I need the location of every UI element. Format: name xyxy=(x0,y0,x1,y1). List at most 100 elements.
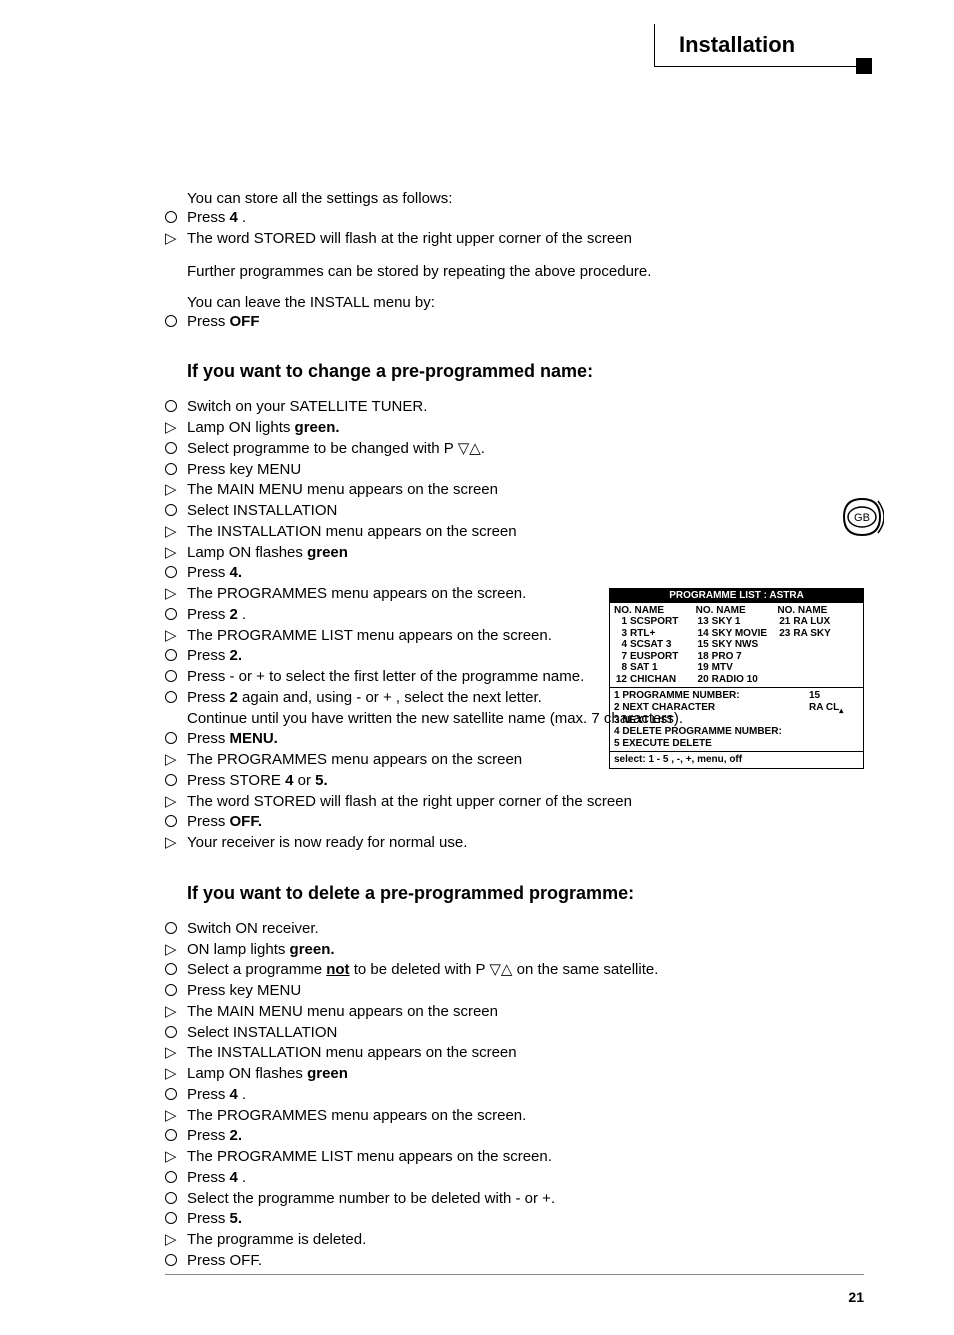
instruction-line: ▷The INSTALLATION menu appears on the sc… xyxy=(165,1044,864,1063)
osd-entry: 23RA SKY xyxy=(777,628,859,640)
triangle-icon: ▷ xyxy=(165,230,183,249)
osd-option-row: 2 NEXT CHARACTERRA CL▴ xyxy=(614,702,859,715)
circle-icon xyxy=(165,398,183,417)
triangle-icon: ▷ xyxy=(165,1231,183,1250)
instruction-line: Switch ON receiver. xyxy=(165,920,864,939)
circle-icon xyxy=(165,502,183,521)
triangle-icon: ▷ xyxy=(165,1044,183,1063)
triangle-icon: ▷ xyxy=(165,793,183,812)
intro-further: Further programmes can be stored by repe… xyxy=(165,263,864,280)
circle-icon xyxy=(165,461,183,480)
osd-programme-list: PROGRAMME LIST : ASTRA NO. NAME NO. NAME… xyxy=(609,588,864,769)
circle-icon xyxy=(165,564,183,583)
circle-icon xyxy=(165,1127,183,1146)
header-title: Installation xyxy=(679,32,840,58)
instruction-line: Select a programme not to be deleted wit… xyxy=(165,961,864,980)
osd-col-header: NO. NAME xyxy=(696,605,746,616)
osd-entry: 1SCSPORT xyxy=(614,616,696,628)
osd-option-row: 3 NEXT LIST xyxy=(614,715,859,727)
osd-option-row: 4 DELETE PROGRAMME NUMBER: xyxy=(614,726,859,738)
circle-icon xyxy=(165,982,183,1001)
osd-title: PROGRAMME LIST : ASTRA xyxy=(610,589,863,603)
osd-entry: 12CHICHAN xyxy=(614,674,696,686)
osd-entry: 7EUSPORT xyxy=(614,651,696,663)
instruction-line: Press key MENU xyxy=(165,982,864,1001)
instruction-line: ▷ON lamp lights green. xyxy=(165,941,864,960)
instruction-line: Press OFF. xyxy=(165,1252,864,1271)
instruction-line: Press 2. xyxy=(165,1127,864,1146)
circle-icon xyxy=(165,730,183,749)
triangle-icon: ▷ xyxy=(165,419,183,438)
instruction-line: Switch on your SATELLITE TUNER. xyxy=(165,398,864,417)
instruction-line: ▷Lamp ON flashes green xyxy=(165,544,864,563)
osd-col-header: NO. NAME xyxy=(614,605,664,616)
triangle-icon: ▷ xyxy=(165,834,183,853)
circle-icon xyxy=(165,1024,183,1043)
section-delete-title: If you want to delete a pre-programmed p… xyxy=(187,883,864,904)
instruction-line: ▷The PROGRAMME LIST menu appears on the … xyxy=(165,1148,864,1167)
osd-entry: 18PRO 7 xyxy=(696,651,778,663)
instruction-line: ▷The word STORED will flash at the right… xyxy=(165,793,864,812)
triangle-icon: ▷ xyxy=(165,751,183,770)
osd-entry: 13SKY 1 xyxy=(696,616,778,628)
circle-icon xyxy=(165,313,183,332)
circle-icon xyxy=(165,920,183,939)
osd-body: NO. NAME NO. NAME NO. NAME 1SCSPORT3RTL+… xyxy=(610,603,863,688)
circle-icon xyxy=(165,1086,183,1105)
osd-entry: 4SCSAT 3 xyxy=(614,639,696,651)
intro-line: You can store all the settings as follow… xyxy=(165,190,864,207)
circle-icon xyxy=(165,1210,183,1229)
osd-col-header: NO. NAME xyxy=(777,605,827,616)
osd-entry: 3RTL+ xyxy=(614,628,696,640)
triangle-icon: ▷ xyxy=(165,627,183,646)
circle-icon xyxy=(165,440,183,459)
instruction-line: Press 4. xyxy=(165,564,864,583)
osd-option-row: 1 PROGRAMME NUMBER:15 xyxy=(614,690,859,702)
instruction-line: ▷Lamp ON lights green. xyxy=(165,419,864,438)
instruction-line: ▷The programme is deleted. xyxy=(165,1231,864,1250)
triangle-icon: ▷ xyxy=(165,1065,183,1084)
osd-entry: 21RA LUX xyxy=(777,616,859,628)
osd-options: 1 PROGRAMME NUMBER:152 NEXT CHARACTERRA … xyxy=(610,687,863,751)
circle-icon xyxy=(165,647,183,666)
triangle-icon: ▷ xyxy=(165,1003,183,1022)
instruction-line: Press STORE 4 or 5. xyxy=(165,772,864,791)
circle-icon xyxy=(165,689,183,708)
triangle-icon: ▷ xyxy=(165,1107,183,1126)
circle-icon xyxy=(165,606,183,625)
result-stored: ▷ The word STORED will flash at the righ… xyxy=(165,230,864,249)
instruction-line: Select INSTALLATION xyxy=(165,1024,864,1043)
footer-rule xyxy=(165,1274,864,1275)
circle-icon xyxy=(165,813,183,832)
instruction-line: Select programme to be changed with P ▽△… xyxy=(165,440,864,459)
triangle-icon: ▷ xyxy=(165,481,183,500)
triangle-icon: ▷ xyxy=(165,1148,183,1167)
circle-icon xyxy=(165,668,183,687)
instruction-line: Press key MENU xyxy=(165,461,864,480)
osd-entry: 14SKY MOVIE xyxy=(696,628,778,640)
instruction-line: ▷The PROGRAMMES menu appears on the scre… xyxy=(165,1107,864,1126)
circle-icon xyxy=(165,772,183,791)
instruction-line: Press OFF. xyxy=(165,813,864,832)
instruction-line: ▷The MAIN MENU menu appears on the scree… xyxy=(165,481,864,500)
triangle-icon: ▷ xyxy=(165,941,183,960)
triangle-icon: ▷ xyxy=(165,585,183,604)
triangle-icon: ▷ xyxy=(165,544,183,563)
instruction-line: Select the programme number to be delete… xyxy=(165,1190,864,1209)
instruction-line: ▷The INSTALLATION menu appears on the sc… xyxy=(165,523,864,542)
intro-leave: You can leave the INSTALL menu by: xyxy=(165,294,864,311)
circle-icon xyxy=(165,961,183,980)
osd-entry: 8SAT 1 xyxy=(614,662,696,674)
osd-entry: 15SKY NWS xyxy=(696,639,778,651)
instruction-line: ▷Lamp ON flashes green xyxy=(165,1065,864,1084)
triangle-icon: ▷ xyxy=(165,523,183,542)
osd-entry: 20RADIO 10 xyxy=(696,674,778,686)
circle-icon xyxy=(165,1169,183,1188)
header-box: Installation xyxy=(654,24,864,67)
instruction-line: ▷The MAIN MENU menu appears on the scree… xyxy=(165,1003,864,1022)
section-change-name-title: If you want to change a pre-programmed n… xyxy=(187,361,864,382)
instruction-line: Press 5. xyxy=(165,1210,864,1229)
osd-option-row: 5 EXECUTE DELETE xyxy=(614,738,859,750)
instruction-line: Press 4 . xyxy=(165,1086,864,1105)
osd-entry: 19MTV xyxy=(696,662,778,674)
